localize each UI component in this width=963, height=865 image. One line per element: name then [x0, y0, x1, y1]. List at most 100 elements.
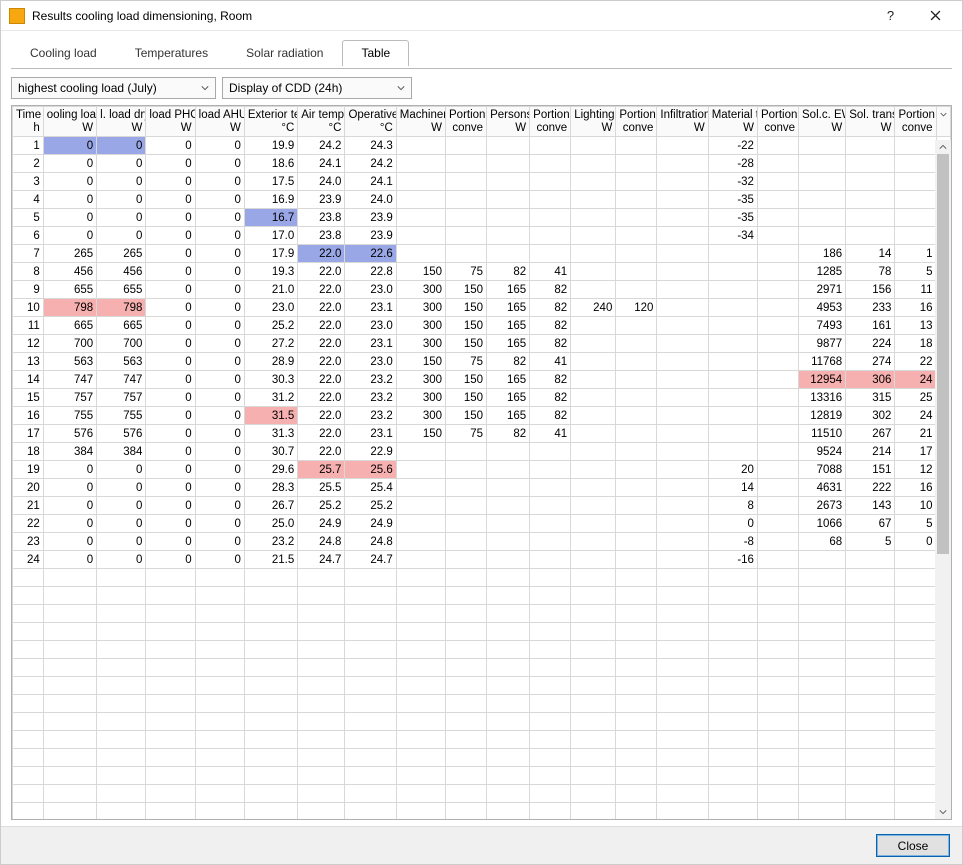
table-cell[interactable]: 20 [708, 461, 757, 479]
table-cell[interactable] [846, 155, 895, 173]
table-cell[interactable]: 24.8 [298, 533, 345, 551]
table-cell[interactable]: 8 [13, 263, 44, 281]
table-row[interactable]: 147477470030.322.023.2300150165821295430… [13, 371, 951, 389]
table-cell[interactable]: 19 [13, 461, 44, 479]
table-cell[interactable]: 23.1 [345, 299, 396, 317]
table-cell[interactable] [657, 515, 708, 533]
table-cell[interactable]: 12 [895, 461, 936, 479]
table-cell[interactable]: 21.5 [244, 551, 297, 569]
table-cell[interactable] [530, 209, 571, 227]
table-cell[interactable]: 165 [487, 389, 530, 407]
table-cell[interactable]: 0 [97, 155, 146, 173]
table-cell[interactable]: 300 [396, 371, 445, 389]
table-row[interactable]: 116656650025.222.023.0300150165827493161… [13, 317, 951, 335]
tab-cooling-load[interactable]: Cooling load [11, 40, 116, 66]
table-cell[interactable] [446, 155, 487, 173]
table-row[interactable]: 175765760031.322.023.1150758241115102672… [13, 425, 951, 443]
table-cell[interactable] [895, 209, 936, 227]
table-cell[interactable]: 25 [895, 389, 936, 407]
table-cell[interactable]: 9877 [799, 335, 846, 353]
table-cell[interactable] [757, 479, 798, 497]
table-cell[interactable] [708, 263, 757, 281]
table-cell[interactable]: 0 [146, 263, 195, 281]
table-cell[interactable] [571, 407, 616, 425]
table-cell[interactable] [487, 461, 530, 479]
column-header[interactable]: Portionconve [895, 107, 936, 137]
table-cell[interactable] [708, 443, 757, 461]
table-cell[interactable] [446, 479, 487, 497]
table-cell[interactable]: 306 [846, 371, 895, 389]
table-cell[interactable] [616, 191, 657, 209]
help-button[interactable]: ? [868, 2, 913, 30]
column-header[interactable]: Material thW [708, 107, 757, 137]
table-cell[interactable] [757, 191, 798, 209]
table-cell[interactable] [757, 425, 798, 443]
table-cell[interactable]: 41 [530, 263, 571, 281]
table-cell[interactable]: 0 [195, 497, 244, 515]
table-cell[interactable] [616, 425, 657, 443]
table-cell[interactable]: 151 [846, 461, 895, 479]
table-cell[interactable]: 7088 [799, 461, 846, 479]
table-cell[interactable] [616, 137, 657, 155]
table-cell[interactable] [446, 533, 487, 551]
table-cell[interactable] [657, 173, 708, 191]
table-cell[interactable] [708, 317, 757, 335]
table-cell[interactable] [657, 155, 708, 173]
table-cell[interactable]: 14 [846, 245, 895, 263]
table-cell[interactable]: 0 [146, 335, 195, 353]
table-cell[interactable] [530, 443, 571, 461]
table-cell[interactable] [616, 173, 657, 191]
table-cell[interactable]: -34 [708, 227, 757, 245]
table-cell[interactable]: 24.0 [345, 191, 396, 209]
table-cell[interactable]: 0 [97, 479, 146, 497]
table-cell[interactable] [571, 227, 616, 245]
column-header[interactable]: Exterior te°C [244, 107, 297, 137]
table-cell[interactable] [571, 245, 616, 263]
table-cell[interactable]: 22.0 [298, 263, 345, 281]
table-cell[interactable]: 0 [43, 209, 96, 227]
table-cell[interactable]: 700 [97, 335, 146, 353]
table-cell[interactable] [657, 209, 708, 227]
table-cell[interactable] [757, 443, 798, 461]
table-cell[interactable]: 655 [43, 281, 96, 299]
table-cell[interactable]: 24.1 [298, 155, 345, 173]
table-cell[interactable]: 161 [846, 317, 895, 335]
table-cell[interactable] [616, 263, 657, 281]
table-cell[interactable] [616, 353, 657, 371]
table-cell[interactable] [571, 281, 616, 299]
table-cell[interactable]: 315 [846, 389, 895, 407]
table-cell[interactable] [446, 137, 487, 155]
column-header[interactable]: PersonsW [487, 107, 530, 137]
table-cell[interactable]: 23.9 [345, 209, 396, 227]
table-cell[interactable]: 563 [97, 353, 146, 371]
table-cell[interactable]: 29.6 [244, 461, 297, 479]
table-cell[interactable] [571, 497, 616, 515]
table-cell[interactable]: 0 [97, 461, 146, 479]
table-cell[interactable]: 82 [487, 425, 530, 443]
table-cell[interactable]: 82 [487, 263, 530, 281]
column-header[interactable]: Portionconve [616, 107, 657, 137]
table-cell[interactable]: 68 [799, 533, 846, 551]
table-cell[interactable]: 23.1 [345, 335, 396, 353]
table-cell[interactable]: 0 [146, 389, 195, 407]
table-cell[interactable]: 0 [195, 443, 244, 461]
table-cell[interactable]: 22.8 [345, 263, 396, 281]
table-cell[interactable]: 5 [895, 263, 936, 281]
table-cell[interactable]: 22.0 [298, 443, 345, 461]
table-cell[interactable]: 23 [13, 533, 44, 551]
table-cell[interactable]: 0 [146, 443, 195, 461]
table-cell[interactable]: 24.8 [345, 533, 396, 551]
table-cell[interactable] [657, 551, 708, 569]
table-cell[interactable]: 8 [708, 497, 757, 515]
table-cell[interactable] [487, 551, 530, 569]
column-header[interactable]: Sol. transW [846, 107, 895, 137]
table-cell[interactable]: 25.2 [244, 317, 297, 335]
table-cell[interactable] [446, 173, 487, 191]
table-cell[interactable]: 757 [43, 389, 96, 407]
table-cell[interactable]: 0 [43, 191, 96, 209]
table-row[interactable]: 1000019.924.224.3-22 [13, 137, 951, 155]
table-cell[interactable]: 233 [846, 299, 895, 317]
table-cell[interactable] [487, 245, 530, 263]
table-cell[interactable] [530, 551, 571, 569]
table-cell[interactable] [708, 371, 757, 389]
